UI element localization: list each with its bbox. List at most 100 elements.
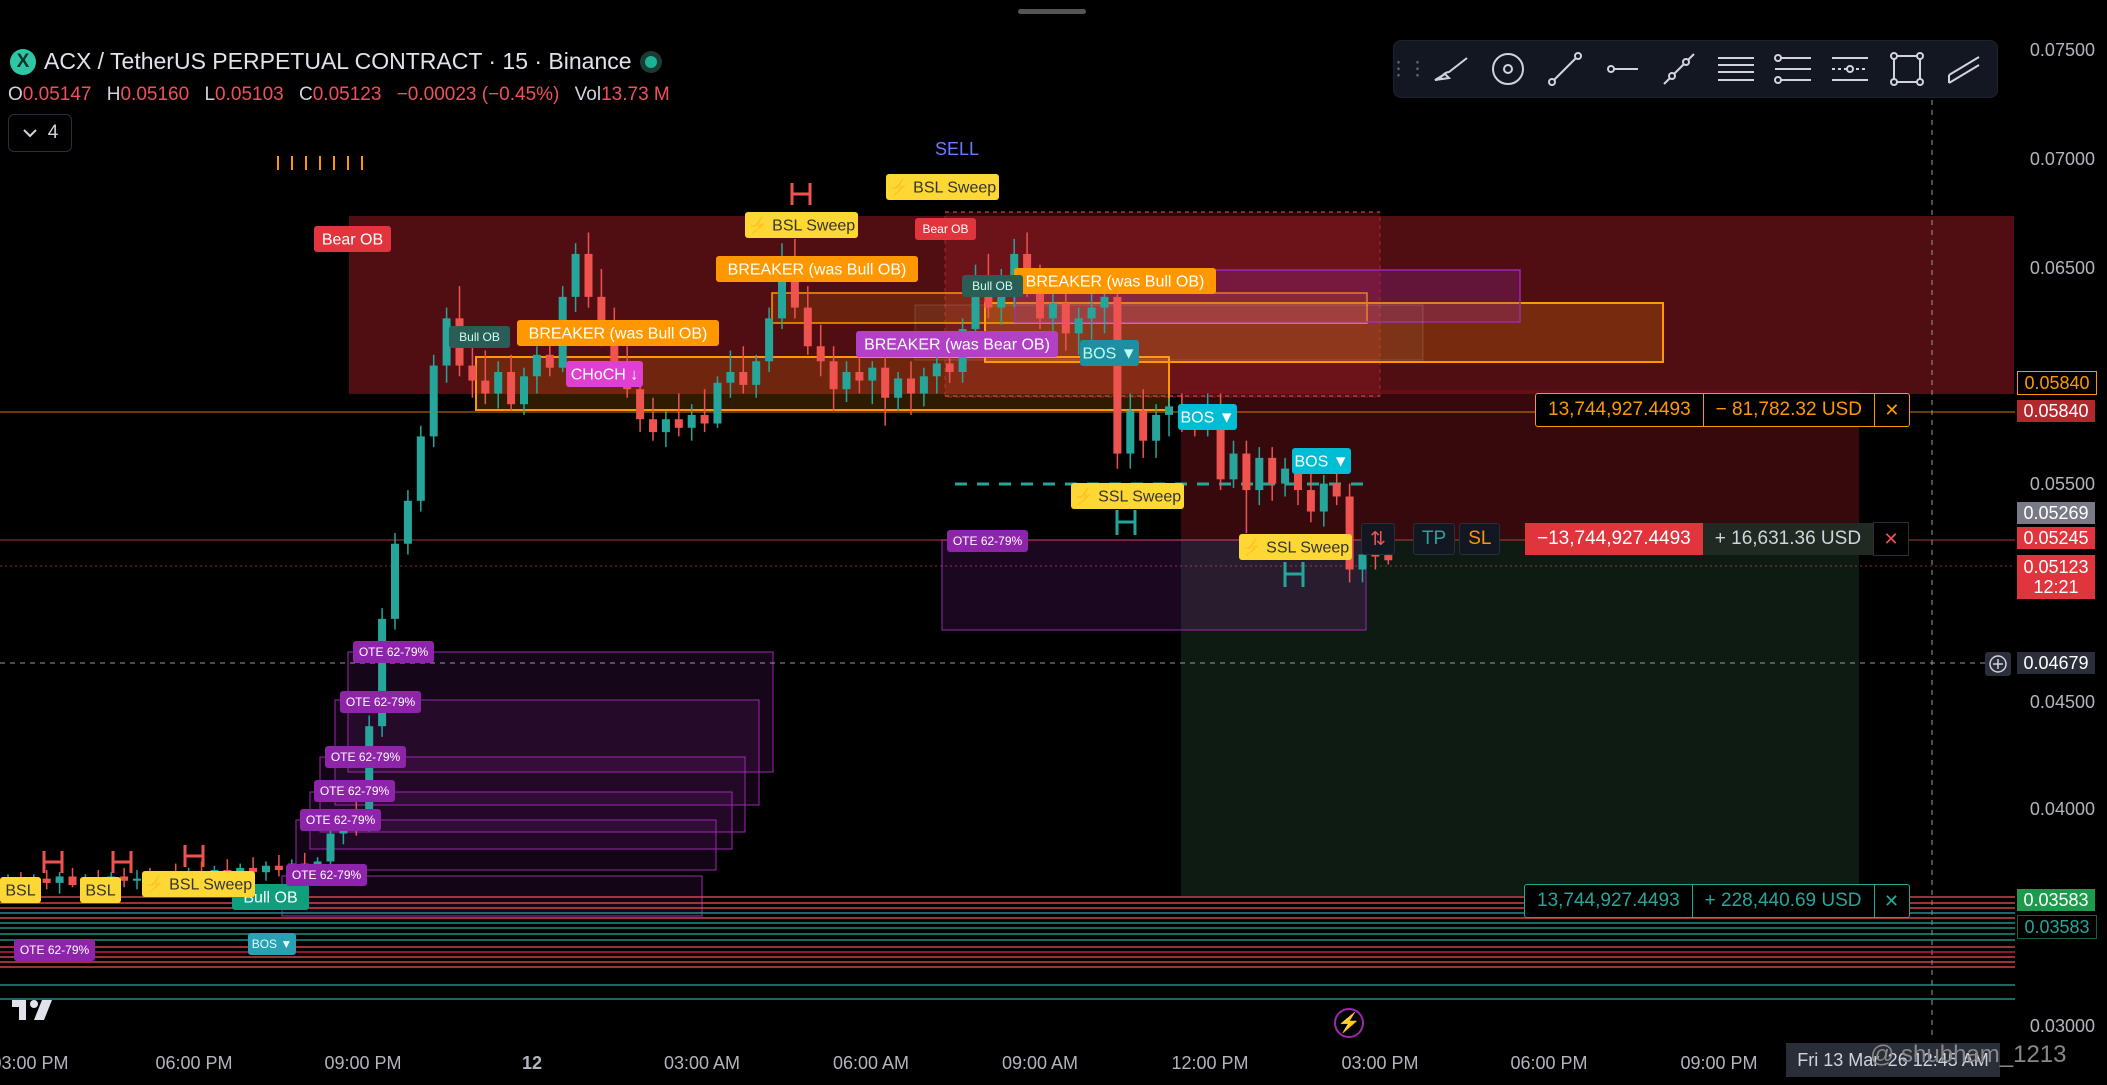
high-label: H bbox=[106, 84, 121, 105]
crosshair-price-tag: 0.04679 bbox=[2017, 652, 2095, 674]
stop-position-box[interactable]: 13,744,927.4493 − 81,782.32 USD ✕ bbox=[1535, 393, 1910, 427]
pitchfork-icon[interactable] bbox=[1764, 41, 1821, 97]
target-quantity: 13,744,927.4493 bbox=[1525, 885, 1693, 917]
candle-body bbox=[1268, 457, 1277, 484]
tp-sl-controls[interactable]: ⇅ TP SL bbox=[1361, 523, 1501, 555]
candle-body bbox=[816, 346, 825, 362]
candle-body bbox=[571, 253, 580, 297]
current-price-tag: 0.05123 12:21 bbox=[2017, 555, 2095, 599]
candle-body bbox=[274, 865, 283, 871]
choch-label: CHoCH ↓ bbox=[566, 361, 643, 387]
bsl-label-text: BSL bbox=[5, 883, 35, 900]
parallel-channel-icon[interactable] bbox=[1935, 41, 1992, 97]
grip-icon[interactable]: ⋮⋮ bbox=[1389, 41, 1427, 97]
watermark: @ shubham_1213 bbox=[1870, 1041, 2067, 1068]
high-value: 0.05160 bbox=[120, 84, 190, 105]
tradingview-logo-icon[interactable] bbox=[12, 998, 60, 1027]
tick-marks bbox=[277, 156, 363, 170]
ote-label-4-text: OTE 62-79% bbox=[331, 750, 401, 764]
symbol-logo-icon: X bbox=[10, 48, 36, 75]
time-label: 12 bbox=[521, 1053, 543, 1073]
candle-body bbox=[120, 876, 129, 881]
market-status-icon[interactable] bbox=[639, 50, 662, 73]
candle-body bbox=[1281, 468, 1290, 484]
candle-body bbox=[726, 372, 735, 383]
breaker-bear-label-text: BREAKER (was Bear OB) bbox=[864, 337, 1050, 354]
horizontal-ray-icon[interactable] bbox=[1593, 41, 1650, 97]
breaker-bull-label-text: BREAKER (was Bull OB) bbox=[728, 262, 907, 279]
reverse-icon[interactable]: ⇅ bbox=[1361, 523, 1395, 555]
time-label: 03:00 PM bbox=[0, 1053, 69, 1073]
bos-label-4: BOS ▼ bbox=[248, 933, 296, 955]
change-value: −0.00023 (−0.45%) bbox=[396, 84, 560, 105]
breaker-bear-label: BREAKER (was Bear OB) bbox=[856, 331, 1058, 357]
stop-loss-button[interactable]: SL bbox=[1459, 523, 1501, 555]
candle-body bbox=[1100, 296, 1109, 308]
close-icon[interactable]: ✕ bbox=[1873, 394, 1909, 426]
brush-icon[interactable] bbox=[1422, 41, 1479, 97]
trend-line-icon[interactable] bbox=[1536, 41, 1593, 97]
close-label: C bbox=[299, 84, 313, 105]
candle-body bbox=[803, 307, 812, 347]
target-icon[interactable] bbox=[1479, 41, 1536, 97]
drag-handle[interactable] bbox=[1018, 9, 1086, 14]
take-profit-button[interactable]: TP bbox=[1412, 523, 1456, 555]
candle-body bbox=[133, 878, 141, 881]
entry-quantity: −13,744,927.4493 bbox=[1525, 523, 1703, 555]
bolt-icon[interactable]: ⚡ bbox=[1334, 1008, 1364, 1038]
ote-label-4: OTE 62-79% bbox=[325, 746, 406, 768]
red-price-tag: 0.05840 bbox=[2017, 400, 2095, 422]
entry-position-box[interactable]: −13,744,927.4493 + 16,631.36 USD ✕ bbox=[1525, 522, 1910, 556]
indicators-toggle-button[interactable]: 4 bbox=[8, 114, 72, 152]
grey-price-tag: 0.05269 bbox=[2017, 502, 2095, 524]
candle-body bbox=[42, 878, 51, 883]
time-label: 09:00 AM bbox=[1001, 1053, 1079, 1073]
entry-pnl: + 16,631.36 USD bbox=[1702, 523, 1874, 555]
drawing-toolbar[interactable]: ⋮⋮ bbox=[1389, 40, 1998, 98]
candle-body bbox=[907, 378, 915, 394]
candle-body bbox=[1074, 318, 1083, 334]
target-position-box[interactable]: 13,744,927.4493 + 228,440.69 USD ✕ bbox=[1524, 884, 1910, 918]
sell-label: SELL bbox=[935, 139, 979, 159]
breaker-bull-label-2: BREAKER (was Bull OB) bbox=[1014, 268, 1216, 294]
candle-body bbox=[1319, 483, 1328, 512]
fib-levels-icon[interactable] bbox=[1707, 41, 1764, 97]
ssl-sweep-label: ⚡ SSL Sweep bbox=[1071, 483, 1184, 509]
bear-ob-label: Bear OB bbox=[314, 226, 391, 252]
open-value: 0.05147 bbox=[22, 84, 92, 105]
ssl-sweep-label-2-text: ⚡ SSL Sweep bbox=[1242, 538, 1349, 557]
close-icon[interactable]: ✕ bbox=[1873, 885, 1909, 917]
symbol-legend[interactable]: X ACX / TetherUS PERPETUAL CONTRACT · 15… bbox=[10, 48, 662, 75]
candle-body bbox=[416, 436, 425, 501]
price-label: 0.07000 bbox=[2029, 149, 2095, 169]
bos-label-3-text: BOS ▼ bbox=[1294, 454, 1348, 471]
time-label: 09:00 PM bbox=[324, 1053, 402, 1073]
candle-body bbox=[1165, 406, 1173, 415]
candle-body bbox=[932, 363, 941, 377]
ote-label-6: OTE 62-79% bbox=[300, 809, 381, 831]
candle-body bbox=[429, 365, 438, 437]
candle-body bbox=[868, 367, 877, 381]
candle-body bbox=[1061, 303, 1070, 334]
candle-body bbox=[1139, 410, 1148, 441]
close-icon[interactable]: ✕ bbox=[1873, 522, 1910, 556]
candle-body bbox=[1384, 555, 1393, 561]
ote-label-6-text: OTE 62-79% bbox=[306, 813, 376, 827]
candle-body bbox=[494, 372, 503, 394]
candle-body bbox=[855, 372, 864, 381]
gann-icon[interactable] bbox=[1821, 41, 1878, 97]
candle-body bbox=[752, 361, 761, 385]
bsl-sweep-label-3: ⚡ BSL Sweep bbox=[142, 871, 255, 897]
rectangle-icon[interactable] bbox=[1878, 41, 1935, 97]
bear-ob-label-small: Bear OB bbox=[915, 218, 976, 240]
candle-body bbox=[1306, 490, 1315, 512]
symbol-title[interactable]: ACX / TetherUS PERPETUAL CONTRACT · 15 ·… bbox=[44, 48, 632, 75]
ote-label-5: OTE 62-79% bbox=[314, 780, 395, 802]
extended-line-icon[interactable] bbox=[1650, 41, 1707, 97]
price-label: 0.03000 bbox=[2029, 1016, 2095, 1036]
candle-body bbox=[584, 253, 593, 297]
bsl-sweep-label-2-text: ⚡ BSL Sweep bbox=[889, 178, 996, 197]
ssl-sweep-label-text: ⚡ SSL Sweep bbox=[1074, 487, 1181, 506]
add-alert-icon[interactable] bbox=[1985, 652, 2011, 676]
candle-body bbox=[829, 361, 838, 390]
